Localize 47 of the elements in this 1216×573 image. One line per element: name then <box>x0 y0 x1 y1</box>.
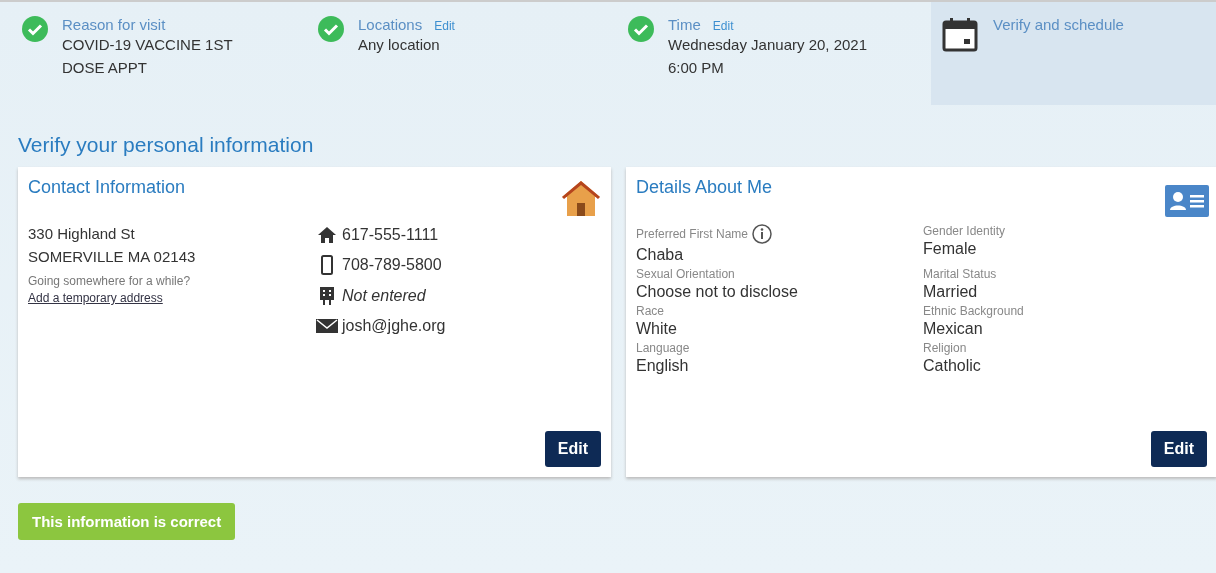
step-value: Wednesday January 20, 2021 <box>668 35 868 55</box>
field-label: Language <box>636 341 690 355</box>
field-label: Sexual Orientation <box>636 267 735 281</box>
check-icon <box>628 16 654 42</box>
field-value: Married <box>923 283 979 301</box>
card-title: Details About Me <box>636 177 774 198</box>
contact-value: Not entered <box>342 287 426 305</box>
field-value: English <box>636 357 690 375</box>
field-value: Female <box>923 240 978 258</box>
field-value: Catholic <box>923 357 982 375</box>
field-label: Marital Status <box>923 267 997 281</box>
step-label: Time <box>668 16 701 33</box>
step-value: Any location <box>358 35 441 55</box>
check-icon <box>22 16 48 42</box>
check-icon <box>318 16 344 42</box>
contact-value: 708-789-5800 <box>342 256 442 274</box>
field-label: Gender Identity <box>923 224 1006 238</box>
field-value: Chaba <box>636 246 685 264</box>
house-icon <box>561 179 601 217</box>
calendar-icon <box>941 16 979 54</box>
home-icon <box>316 226 338 244</box>
contact-value: 617-555-1111 <box>342 226 439 244</box>
step-label: Verify and schedule <box>993 16 1124 33</box>
step-value: DOSE APPT <box>62 58 149 78</box>
prompt-text: Going somewhere for a while? <box>28 274 192 288</box>
card-title: Contact Information <box>28 177 187 198</box>
envelope-icon <box>316 318 338 334</box>
step-value: 6:00 PM <box>668 58 725 78</box>
field-label: Race <box>636 304 664 318</box>
step-label: Locations <box>358 16 423 33</box>
step-label: Reason for visit <box>62 16 166 33</box>
step-value: COVID-19 VACCINE 1ST <box>62 35 233 55</box>
edit-button[interactable]: Edit <box>544 431 601 467</box>
field-label: Preferred First Name <box>636 227 749 241</box>
info-icon[interactable] <box>752 224 773 244</box>
field-value: Choose not to disclose <box>636 283 799 301</box>
contact-value: josh@jghe.org <box>342 317 446 335</box>
page-heading: Verify your personal information <box>18 133 315 157</box>
id-card-icon <box>1165 185 1209 217</box>
address-line: SOMERVILLE MA 02143 <box>28 247 197 267</box>
temporary-address-link[interactable]: Add a temporary address <box>28 291 163 305</box>
field-value: White <box>636 320 678 338</box>
field-label: Religion <box>923 341 967 355</box>
address-line: 330 Highland St <box>28 224 136 244</box>
field-value: Mexican <box>923 320 984 338</box>
edit-button[interactable]: Edit <box>1150 431 1207 467</box>
field-label: Ethnic Background <box>923 304 1024 318</box>
